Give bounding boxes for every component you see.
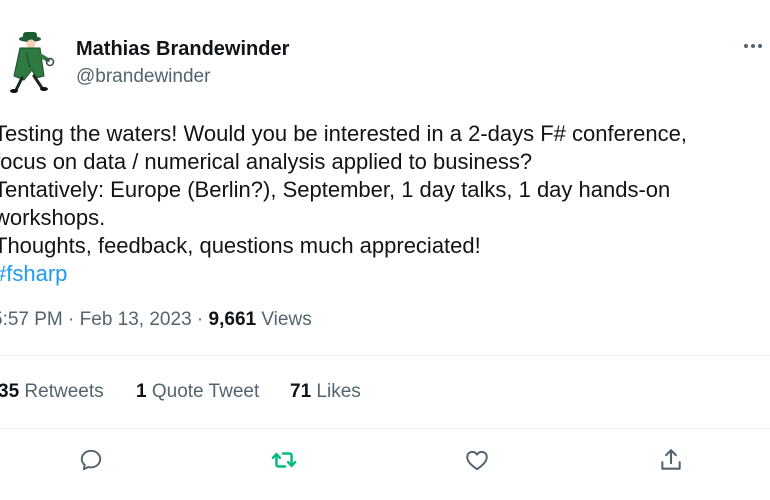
- tweet-line: Thoughts, feedback, questions much appre…: [0, 233, 481, 258]
- quotes-label: Quote Tweet: [146, 381, 260, 402]
- author-handle[interactable]: @brandewinder: [76, 66, 210, 88]
- share-icon: [661, 449, 681, 470]
- retweet-icon: [271, 452, 297, 468]
- retweet-button[interactable]: [269, 445, 299, 475]
- tweet-line: Testing the waters! Would you be interes…: [0, 121, 687, 146]
- tweet-time[interactable]: 5:57 PM: [0, 309, 63, 330]
- tweet-meta: 5:57 PM · Feb 13, 2023 · 9,661 Views: [0, 309, 312, 331]
- tweet-date[interactable]: Feb 13, 2023: [80, 309, 192, 330]
- meta-separator: ·: [62, 309, 80, 330]
- avatar[interactable]: [0, 30, 60, 98]
- reply-icon: [80, 449, 102, 471]
- author-name[interactable]: Mathias Brandewinder: [76, 38, 289, 61]
- like-icon: [466, 450, 488, 471]
- reply-button[interactable]: [76, 445, 106, 475]
- likes-stat[interactable]: 71 Likes: [290, 381, 361, 403]
- divider: [0, 355, 770, 356]
- spy-figure-avatar-icon: [10, 32, 55, 93]
- views-label: Views: [256, 309, 312, 330]
- likes-count: 71: [290, 381, 312, 402]
- tweet-text: Testing the waters! Would you be interes…: [0, 120, 770, 288]
- more-options-button[interactable]: [742, 36, 764, 60]
- tweet-line: Tentatively: Europe (Berlin?), September…: [0, 177, 671, 202]
- meta-separator: ·: [191, 309, 209, 330]
- more-options-icon: [744, 44, 762, 48]
- share-button[interactable]: [656, 445, 686, 475]
- divider: [0, 428, 770, 429]
- retweets-label: Retweets: [19, 381, 104, 402]
- hashtag-link[interactable]: #fsharp: [0, 260, 770, 288]
- retweets-stat[interactable]: 35 Retweets: [0, 381, 104, 403]
- views-count: 9,661: [208, 309, 257, 330]
- quote-tweets-stat[interactable]: 1 Quote Tweet: [136, 381, 259, 403]
- retweets-count: 35: [0, 381, 20, 402]
- like-button[interactable]: [462, 445, 492, 475]
- likes-label: Likes: [311, 381, 361, 402]
- tweet-line: workshops.: [0, 205, 106, 230]
- quotes-count: 1: [136, 381, 147, 402]
- tweet-line: focus on data / numerical analysis appli…: [0, 149, 533, 174]
